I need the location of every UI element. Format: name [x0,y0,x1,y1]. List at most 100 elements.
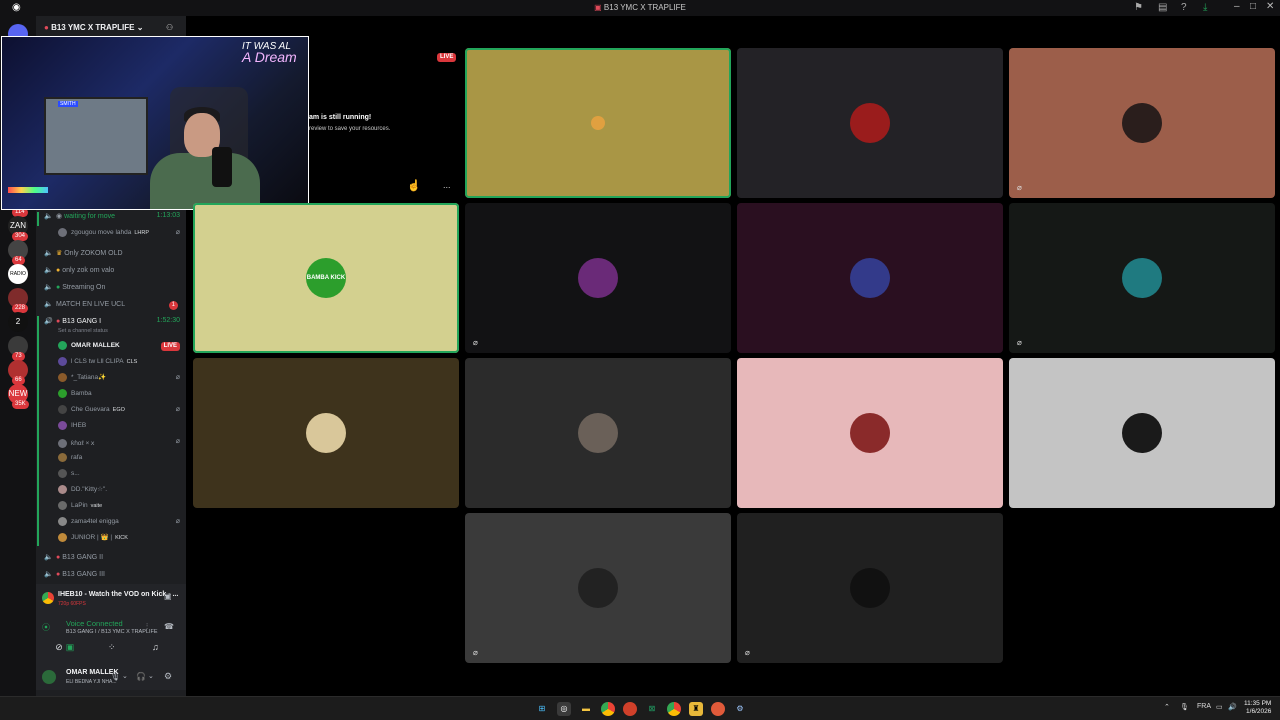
member-item[interactable]: DD."Kitty☆". [58,485,184,499]
avatar [58,228,67,237]
participant-tile[interactable] [1009,358,1275,508]
avatar [58,501,67,510]
chevron-up-icon[interactable]: ⌃ [1164,703,1170,711]
voice-channel[interactable]: 🔈 ● B13 GANG III [44,570,184,584]
start-icon[interactable]: ⊞ [535,702,549,716]
chrome-icon[interactable] [601,702,615,716]
member-name: Che Guevara [71,406,110,414]
voice-channel[interactable]: 🔈 MATCH EN LIVE UCL 1 [44,300,184,314]
speaker-icon: 🔈 [44,571,53,578]
participant-tile[interactable] [737,48,1003,198]
activities-button[interactable]: ⁘ [108,642,116,653]
mic-icon[interactable]: 🎙 [1180,703,1189,711]
maximize-button[interactable]: □ [1250,1,1256,12]
screen-share-button[interactable]: ▣ [62,642,78,654]
participant-avatar [578,568,618,608]
participant-tile[interactable]: ⌀ [465,203,731,353]
voice-channel[interactable]: 🔈 ● B13 GANG II [44,553,184,567]
activity-panel[interactable]: IHEB10 - Watch the VOD on Kick - ... 720… [36,584,186,614]
server-icon[interactable]: 2 [8,312,28,332]
noise-icon[interactable]: ⫶ [146,622,148,632]
participant-tile[interactable]: BAMBA KICK [193,203,459,353]
participant-tile[interactable] [465,48,731,198]
participant-tile[interactable]: ⌀ [1009,203,1275,353]
stream-preview[interactable]: LIVE am is still running! review to save… [309,36,459,204]
settings-icon[interactable]: ⚙ [164,671,172,682]
help-icon[interactable]: ? [1181,2,1187,13]
download-icon[interactable]: ⤓ [1203,2,1207,13]
mic-icon[interactable]: 🎙 [110,672,120,681]
member-item[interactable]: zama4tel enigga ⌀ [58,517,184,531]
screen-share-icon[interactable]: ▣ [164,592,172,601]
member-item[interactable]: JUNIOR | 👑 | KICK [58,533,184,547]
volume-icon[interactable]: 🔊 [1228,703,1237,711]
channel-status[interactable]: Set a channel status [58,328,108,334]
chrome-active-icon[interactable] [667,702,681,716]
chevron-down-icon[interactable]: ⌄ [122,672,128,680]
webcam-overlay: SMITH IT WAS AL A Dream [1,36,309,210]
minimize-button[interactable]: – [1234,1,1240,12]
soundboard-button[interactable]: ♫ [152,642,159,652]
participant-avatar [1122,413,1162,453]
folder-icon[interactable]: ▬ [579,702,593,716]
monitor-label: SMITH [58,101,78,107]
member-item[interactable]: l CLS tw Lll CLIPA CLS [58,357,184,371]
channel-name: waiting for move [64,213,116,220]
voice-channel[interactable]: 🔈 ● Streaming On [44,283,184,297]
voice-status[interactable]: Voice Connected [66,619,123,628]
member-name: IHEB [71,422,87,430]
muted-icon: ⌀ [473,338,478,347]
muted-icon: ⌀ [1017,338,1022,347]
more-options-icon[interactable]: ... [443,180,451,190]
voice-channel[interactable]: 🔈 ● only zok om valo [44,266,184,280]
steam-icon[interactable]: ⚙ [733,702,747,716]
participant-tile[interactable] [193,358,459,508]
voice-channel-waiting[interactable]: 🔈 ◉ waiting for move 1:13:03 [44,212,184,226]
member-item[interactable]: s... [58,469,184,483]
clock-time: 11:35 PM [1244,700,1272,707]
streamer-body [150,153,260,209]
participant-tile[interactable]: ⌀ [465,513,731,663]
excel-icon[interactable]: ⊠ [645,702,659,716]
member-item[interactable]: rafa [58,453,184,467]
channel-name: Only ZOKOM OLD [64,250,123,257]
network-icon[interactable]: ▭ [1216,703,1223,711]
voice-channel[interactable]: 🔈 ♛ Only ZOKOM OLD [44,249,184,263]
member-item[interactable]: IHEB [58,421,184,435]
member-tag: KICK [115,535,128,542]
add-user-icon[interactable]: ⚇ [166,23,173,32]
microphone [212,147,232,187]
disconnect-icon[interactable]: ☎ [164,622,174,631]
browser-icon[interactable] [623,702,637,716]
app-icon[interactable] [711,702,725,716]
channel-name: MATCH EN LIVE UCL [56,301,126,308]
participant-tile[interactable]: ⌀ [737,513,1003,663]
voice-channel-path[interactable]: B13 GANG I / B13 YMC X TRAPLIFE [66,629,158,635]
server-icon[interactable]: RADIO [8,264,28,284]
member-item[interactable]: LaPin vaite [58,501,184,515]
headphones-icon[interactable]: 🎧 [136,672,146,681]
participant-tile[interactable]: ⌀ [1009,48,1275,198]
member-item[interactable]: zgougou move lahda LHRP ⌀ [58,228,184,242]
guild-header[interactable]: ● B13 YMC X TRAPLIFE ⌄ [44,23,143,32]
close-button[interactable]: ✕ [1266,1,1274,12]
member-item[interactable]: Bamba [58,389,184,403]
participant-tile[interactable] [737,358,1003,508]
participant-tile[interactable] [737,203,1003,353]
background-monitor [44,97,148,175]
member-item[interactable]: Che Guevara EGO ⌀ [58,405,184,419]
chevron-down-icon[interactable]: ⌄ [148,672,154,680]
app-icon[interactable]: ♜ [689,702,703,716]
muted-icon: ⌀ [745,648,750,657]
member-item[interactable]: OMAR MALLEK LIVE [58,341,184,355]
member-item[interactable]: *_Tatiana✨ ⌀ [58,373,184,387]
clock[interactable]: 11:35 PM 1/6/2026 [1244,700,1271,716]
chrome-icon[interactable]: ◎ [557,702,571,716]
language-indicator[interactable]: FRA [1197,703,1211,710]
flag-icon[interactable]: ⚑ [1134,2,1143,13]
inbox-icon[interactable]: ▤ [1158,2,1167,13]
avatar [58,341,67,350]
participant-tile[interactable] [465,358,731,508]
member-item[interactable]: ƙɦαℓ ×ｘ ⌀ [58,437,184,451]
avatar[interactable] [42,670,56,684]
